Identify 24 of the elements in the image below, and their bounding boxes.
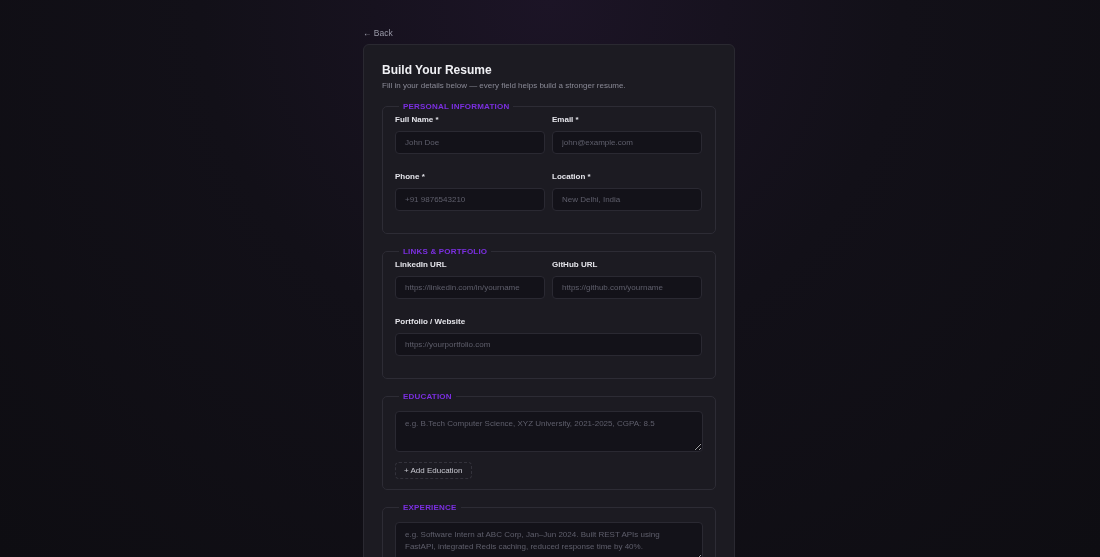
field-label: Location * xyxy=(552,172,592,181)
input-field[interactable]: https://linkedin.com/in/yourname xyxy=(395,276,545,299)
input-field[interactable]: New Delhi, India xyxy=(552,188,702,211)
section-title: EDUCATION xyxy=(402,392,453,401)
back-link[interactable]: ← Back xyxy=(363,28,393,38)
section-title: LINKS & PORTFOLIO xyxy=(402,247,489,256)
field-label: Phone * xyxy=(395,172,426,181)
text-area[interactable]: e.g. B.Tech Computer Science, XYZ University, 2021-2025, CGPA: 8.5 xyxy=(395,411,703,452)
text-area[interactable]: e.g. Software Intern at ABC Corp, Jan–Jun 2024. Built REST APIs using FastAPI, integrated Redis caching, reduced response time by 40%. xyxy=(395,522,703,557)
field-label: Email * xyxy=(552,115,580,124)
add-button[interactable]: + Add Education xyxy=(395,462,472,479)
input-field[interactable]: john@example.com xyxy=(552,131,702,154)
field-label: Full Name * xyxy=(395,115,440,124)
form-title: Build Your Resume xyxy=(382,63,493,77)
input-field[interactable]: https://yourportfolio.com xyxy=(395,333,702,356)
field-label: LinkedIn URL xyxy=(395,260,448,269)
input-field[interactable]: +91 9876543210 xyxy=(395,188,545,211)
section-title: PERSONAL INFORMATION xyxy=(402,102,511,111)
form-subtitle: Fill in your details below — every field helps build a stronger resume. xyxy=(382,81,627,90)
input-field[interactable]: https://github.com/yourname xyxy=(552,276,702,299)
field-label: GitHub URL xyxy=(552,260,599,269)
field-label: Portfolio / Website xyxy=(395,317,467,326)
input-field[interactable]: John Doe xyxy=(395,131,545,154)
section-title: EXPERIENCE xyxy=(402,503,458,512)
